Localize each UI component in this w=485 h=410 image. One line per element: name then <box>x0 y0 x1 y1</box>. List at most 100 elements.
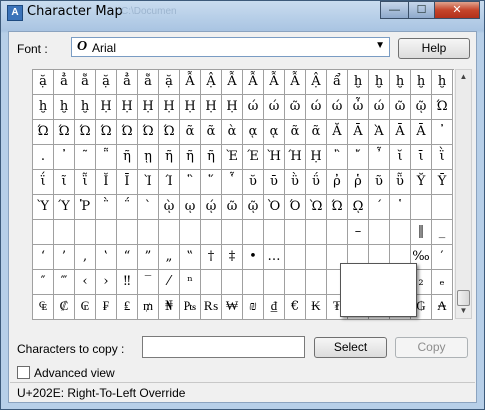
character-cell[interactable]: ῭ <box>96 195 117 220</box>
character-cell[interactable]: Έ <box>243 145 264 170</box>
character-cell[interactable] <box>369 220 390 245</box>
character-cell[interactable]: ₫ <box>264 295 285 320</box>
character-cell[interactable]: ῆ <box>180 145 201 170</box>
character-cell[interactable]: ῳ <box>180 195 201 220</box>
help-button[interactable]: Help <box>398 38 470 59</box>
character-cell[interactable]: ῶ <box>285 95 306 120</box>
character-cell[interactable]: Ώ <box>327 195 348 220</box>
character-cell[interactable] <box>285 270 306 295</box>
character-cell[interactable]: • <box>243 245 264 270</box>
character-cell[interactable]: ῥ <box>348 170 369 195</box>
character-cell[interactable]: Ώ <box>432 95 453 120</box>
character-cell[interactable]: ḫ <box>390 70 411 95</box>
character-cell[interactable]: ῲ <box>159 195 180 220</box>
character-cell[interactable]: ῷ <box>411 95 432 120</box>
character-cell[interactable]: ‟ <box>180 245 201 270</box>
character-cell[interactable]: ῍ <box>327 145 348 170</box>
character-cell[interactable]: ῆ <box>159 145 180 170</box>
character-cell[interactable]: Ῡ <box>432 170 453 195</box>
character-cell[interactable]: Ή <box>285 145 306 170</box>
character-cell[interactable]: ₧ <box>180 295 201 320</box>
character-cell[interactable] <box>222 270 243 295</box>
character-cell[interactable] <box>201 220 222 245</box>
character-cell[interactable]: ″ <box>33 270 54 295</box>
character-cell[interactable] <box>285 220 306 245</box>
character-cell[interactable] <box>75 220 96 245</box>
character-cell[interactable] <box>222 220 243 245</box>
character-cell[interactable]: Ὲ <box>222 145 243 170</box>
character-cell[interactable] <box>390 220 411 245</box>
character-cell[interactable]: ώ <box>327 95 348 120</box>
character-cell[interactable]: Ẫ <box>243 70 264 95</box>
character-cell[interactable]: ‴ <box>54 270 75 295</box>
character-cell[interactable]: ḫ <box>411 70 432 95</box>
character-cell[interactable]: Ḥ <box>96 95 117 120</box>
character-cell[interactable]: ῆ <box>201 145 222 170</box>
character-cell[interactable] <box>306 245 327 270</box>
character-cell[interactable]: Ᾱ <box>390 120 411 145</box>
character-cell[interactable]: ῴ <box>201 195 222 220</box>
character-cell[interactable]: ῀ <box>75 145 96 170</box>
character-cell[interactable]: ῡ <box>264 170 285 195</box>
character-cell[interactable]: ΅ <box>117 195 138 220</box>
characters-to-copy-input[interactable] <box>142 336 305 358</box>
character-cell[interactable]: ῑ <box>411 145 432 170</box>
character-cell[interactable]: Ώ <box>33 120 54 145</box>
character-cell[interactable]: ῆ <box>117 145 138 170</box>
character-cell[interactable]: . <box>33 145 54 170</box>
character-cell[interactable]: ῧ <box>390 170 411 195</box>
character-cell[interactable]: ῝ <box>180 170 201 195</box>
character-cell[interactable]: Ί <box>159 170 180 195</box>
character-cell[interactable]: Ὸ <box>264 195 285 220</box>
character-cell[interactable]: Ώ <box>117 120 138 145</box>
character-cell[interactable]: ᾳ <box>264 120 285 145</box>
character-cell[interactable]: ῼ <box>348 195 369 220</box>
character-cell[interactable]: ₡ <box>54 295 75 320</box>
character-cell[interactable]: ‼ <box>117 270 138 295</box>
character-cell[interactable] <box>33 220 54 245</box>
character-cell[interactable]: ₭ <box>306 295 327 320</box>
scroll-down-icon[interactable]: ▼ <box>456 304 471 318</box>
character-cell[interactable]: Ώ <box>54 120 75 145</box>
maximize-button[interactable]: ☐ <box>408 1 435 19</box>
character-cell[interactable]: ῖ <box>54 170 75 195</box>
character-cell[interactable]: ῒ <box>432 145 453 170</box>
character-cell[interactable]: Ẫ <box>222 70 243 95</box>
grid-scrollbar[interactable]: ▲ ▼ <box>455 69 472 319</box>
character-cell[interactable]: Ώ <box>138 120 159 145</box>
character-cell[interactable]: Ώ <box>96 120 117 145</box>
character-cell[interactable]: ´ <box>369 195 390 220</box>
title-bar[interactable]: A Character Map C:\Documen — ☐ ✕ <box>1 1 484 29</box>
character-cell[interactable]: ‖ <box>411 220 432 245</box>
character-cell[interactable]: ᾿ <box>54 145 75 170</box>
character-cell[interactable] <box>264 270 285 295</box>
character-cell[interactable]: ” <box>138 245 159 270</box>
character-cell[interactable]: Ώ <box>159 120 180 145</box>
character-cell[interactable]: ῐ <box>390 145 411 170</box>
character-cell[interactable]: ῎ <box>348 145 369 170</box>
character-cell[interactable]: Ẫ <box>180 70 201 95</box>
character-cell[interactable]: Ῑ <box>117 170 138 195</box>
character-cell[interactable] <box>285 245 306 270</box>
character-cell[interactable]: ₪ <box>243 295 264 320</box>
character-cell[interactable]: ‹ <box>75 270 96 295</box>
character-cell[interactable]: ‾ <box>138 270 159 295</box>
character-cell[interactable]: ⁿ <box>180 270 201 295</box>
character-cell[interactable]: ₣ <box>96 295 117 320</box>
character-cell[interactable]: ᾶ <box>285 120 306 145</box>
character-cell[interactable]: ḫ <box>75 95 96 120</box>
character-cell[interactable] <box>54 220 75 245</box>
character-cell[interactable]: ὰ <box>222 120 243 145</box>
scroll-up-icon[interactable]: ▲ <box>456 70 471 84</box>
character-cell[interactable]: „ <box>159 245 180 270</box>
character-cell[interactable] <box>96 220 117 245</box>
character-cell[interactable]: ‘ <box>33 245 54 270</box>
character-cell[interactable]: Ὺ <box>33 195 54 220</box>
character-cell[interactable]: ῢ <box>285 170 306 195</box>
character-cell[interactable] <box>264 220 285 245</box>
character-cell[interactable]: ′ <box>432 245 453 270</box>
character-cell[interactable]: ώ <box>306 95 327 120</box>
character-cell[interactable]: ῶ <box>390 95 411 120</box>
character-cell[interactable]: ῷ <box>243 195 264 220</box>
character-cell[interactable]: ḫ <box>348 70 369 95</box>
